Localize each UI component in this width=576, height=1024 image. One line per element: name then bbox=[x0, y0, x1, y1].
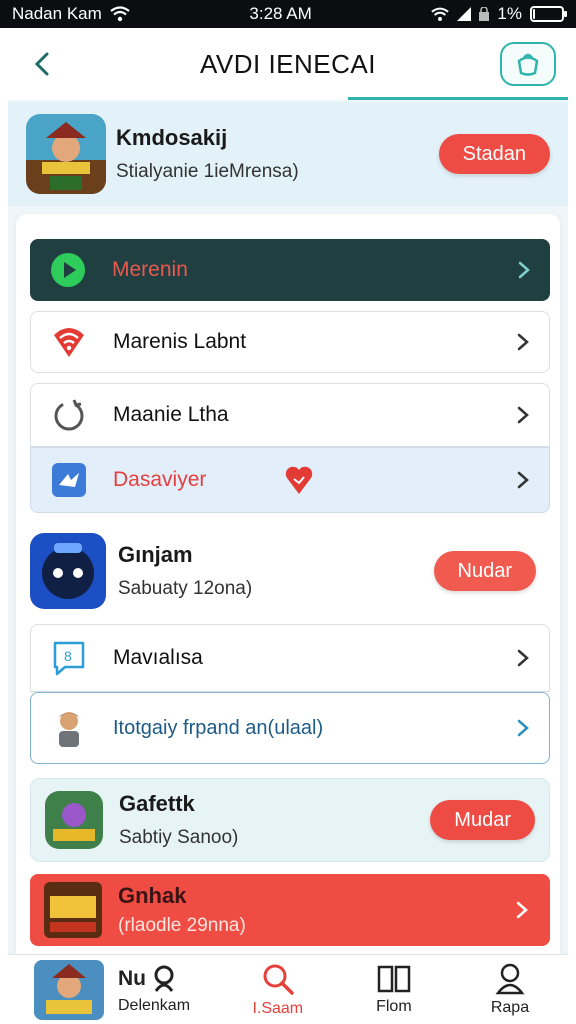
nav-library-tab[interactable]: Flom bbox=[336, 955, 452, 1024]
game-action-button[interactable]: Nudar bbox=[433, 551, 536, 591]
game-thumbnail bbox=[30, 533, 106, 609]
menu-item-label: Dasaviyer bbox=[113, 468, 207, 491]
menu-item-marenis[interactable]: Marenis Labnt bbox=[30, 311, 550, 373]
chevron-left-icon bbox=[34, 52, 49, 76]
chevron-right-icon bbox=[517, 406, 529, 424]
chevron-right-icon bbox=[516, 901, 528, 919]
menu-item-merenin[interactable]: Merenin bbox=[30, 239, 550, 301]
bird-app-icon bbox=[49, 460, 89, 500]
signal-icon bbox=[457, 7, 472, 21]
nav-profile-user-tab[interactable]: Rapa bbox=[452, 955, 568, 1024]
battery-percent: 1% bbox=[497, 4, 522, 23]
status-bar: Nadan Kam 3:28 AM 1% bbox=[0, 0, 576, 28]
game-thumbnail bbox=[26, 114, 106, 194]
back-button[interactable] bbox=[24, 46, 60, 82]
header-accent-line bbox=[348, 97, 568, 100]
nav-profile-tab[interactable]: Nu Delenkam bbox=[8, 955, 220, 1024]
carrier-name: Nadan Kam bbox=[12, 4, 102, 23]
nav-label: Rapa bbox=[490, 998, 530, 1016]
bottom-navigation: Nu Delenkam I.Saam Flom Rapa bbox=[8, 954, 568, 1024]
wifi-icon bbox=[110, 6, 130, 22]
avatar bbox=[49, 708, 89, 748]
svg-text:8: 8 bbox=[64, 648, 72, 664]
lock-icon bbox=[479, 7, 490, 21]
game-row-gnhak[interactable]: Gnhak (rlaodle 29nna) bbox=[30, 874, 550, 946]
featured-game-row[interactable]: Kmdosakij Stialyanie 1ieMrensa) Stadan bbox=[8, 102, 568, 206]
menu-item-maanie[interactable]: Maanie Ltha bbox=[30, 383, 550, 447]
chevron-right-icon bbox=[517, 649, 529, 667]
play-icon bbox=[48, 250, 88, 290]
nav-first-title: Nu bbox=[118, 966, 146, 990]
menu-item-label: Merenin bbox=[112, 258, 188, 281]
chevron-right-icon bbox=[517, 333, 529, 351]
nav-search-tab[interactable]: I.Saam bbox=[220, 955, 336, 1024]
menu-item-mavialisa[interactable]: 8 Mavıalısa bbox=[30, 624, 550, 692]
game-name: Gafettk bbox=[119, 791, 195, 816]
book-icon bbox=[377, 965, 411, 992]
game-name: Kmdosakij bbox=[116, 125, 228, 150]
menu-item-label: Marenis Labnt bbox=[113, 330, 247, 353]
nav-label: Flom bbox=[376, 997, 412, 1015]
top-bar: AVDI IENECAI bbox=[8, 28, 568, 100]
page-title: AVDI IENECAI bbox=[199, 48, 376, 79]
menu-item-guide[interactable]: Itotgaiy frpand an(ulaal) bbox=[30, 692, 550, 764]
search-icon bbox=[263, 964, 294, 995]
user-search-icon bbox=[154, 965, 174, 992]
game-action-button[interactable]: Mudar bbox=[430, 800, 535, 840]
game-name: Gnhak bbox=[118, 883, 187, 908]
nav-label: I.Saam bbox=[252, 999, 304, 1017]
game-subtitle: Stialyanie 1ieMrensa) bbox=[116, 161, 299, 182]
wifi-shield-icon bbox=[49, 322, 89, 362]
battery-icon bbox=[529, 6, 567, 22]
game-row-ginjam[interactable]: Gınjam Sabuaty 12ona) Nudar bbox=[30, 524, 550, 618]
menu-item-dasaviyer[interactable]: Dasaviyer bbox=[30, 447, 550, 513]
bag-icon bbox=[517, 53, 539, 76]
game-subtitle: Sabtiy Sanoo) bbox=[119, 827, 239, 848]
game-name: Gınjam bbox=[118, 542, 193, 567]
nav-game-thumbnail bbox=[34, 959, 104, 1020]
refresh-icon bbox=[49, 395, 89, 435]
chevron-right-icon bbox=[517, 719, 529, 737]
game-thumbnail bbox=[44, 882, 102, 938]
heart-location-icon bbox=[286, 466, 313, 494]
menu-item-label: Mavıalısa bbox=[113, 646, 203, 669]
game-subtitle: Sabuaty 12ona) bbox=[118, 578, 253, 599]
game-subtitle: (rlaodle 29nna) bbox=[118, 915, 246, 936]
game-row-gafettk[interactable]: Gafettk Sabtiy Sanoo) Mudar bbox=[30, 778, 550, 862]
game-thumbnail bbox=[45, 791, 103, 849]
wifi-status-icon bbox=[431, 7, 450, 21]
header-action-button[interactable] bbox=[500, 42, 556, 86]
clock: 3:28 AM bbox=[249, 4, 312, 23]
user-icon bbox=[495, 963, 525, 994]
chevron-right-icon bbox=[518, 261, 530, 279]
menu-item-label: Maanie Ltha bbox=[113, 403, 229, 426]
featured-game-button[interactable]: Stadan bbox=[438, 134, 550, 174]
nav-label: Delenkam bbox=[118, 996, 191, 1014]
chat-icon: 8 bbox=[49, 638, 89, 678]
chevron-right-icon bbox=[517, 471, 529, 489]
menu-item-label: Itotgaiy frpand an(ulaal) bbox=[113, 716, 324, 739]
app-screen: AVDI IENECAI Kmdosakij Stialyanie 1ieMre… bbox=[8, 28, 568, 1024]
